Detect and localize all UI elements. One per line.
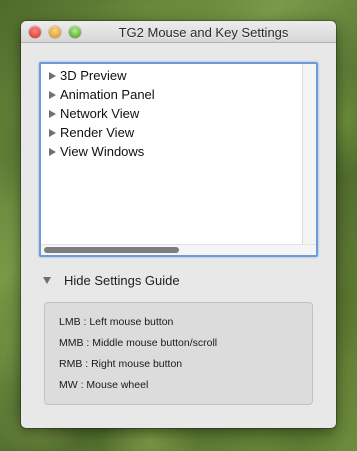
tree-item-network-view[interactable]: Network View: [49, 104, 298, 123]
window-title: TG2 Mouse and Key Settings: [118, 25, 289, 40]
tree-item-label: 3D Preview: [60, 68, 127, 83]
collapse-triangle-icon[interactable]: [43, 277, 51, 284]
tree-list: 3D Preview Animation Panel Network View …: [49, 66, 298, 161]
tree-item-view-windows[interactable]: View Windows: [49, 142, 298, 161]
tree-item-label: Animation Panel: [60, 87, 155, 102]
disclosure-triangle-icon[interactable]: [49, 90, 56, 99]
title-bar[interactable]: TG2 Mouse and Key Settings: [21, 21, 336, 43]
disclosure-triangle-icon[interactable]: [49, 128, 56, 137]
horizontal-scrollbar[interactable]: [41, 244, 316, 255]
hide-settings-guide-toggle[interactable]: Hide Settings Guide: [43, 273, 180, 288]
guide-toggle-label[interactable]: Hide Settings Guide: [64, 273, 180, 288]
settings-window: TG2 Mouse and Key Settings 3D Preview An…: [21, 21, 336, 428]
tree-item-label: Network View: [60, 106, 140, 121]
tree-item-label: Render View: [60, 125, 135, 140]
tree-item-3d-preview[interactable]: 3D Preview: [49, 66, 298, 85]
disclosure-triangle-icon[interactable]: [49, 71, 56, 80]
guide-line-lmb: LMB : Left mouse button: [59, 316, 174, 328]
tree-item-label: View Windows: [60, 144, 145, 159]
horizontal-scroll-thumb[interactable]: [44, 247, 179, 253]
guide-line-rmb: RMB : Right mouse button: [59, 358, 183, 370]
settings-tree[interactable]: 3D Preview Animation Panel Network View …: [39, 62, 318, 257]
tree-item-render-view[interactable]: Render View: [49, 123, 298, 142]
guide-line-mmb: MMB : Middle mouse button/scroll: [59, 337, 218, 349]
guide-line-mw: MW : Mouse wheel: [59, 379, 149, 391]
disclosure-triangle-icon[interactable]: [49, 147, 56, 156]
tree-item-animation-panel[interactable]: Animation Panel: [49, 85, 298, 104]
vertical-scrollbar[interactable]: [302, 64, 316, 244]
disclosure-triangle-icon[interactable]: [49, 109, 56, 118]
settings-guide-panel: LMB : Left mouse button MMB : Middle mou…: [44, 302, 313, 405]
